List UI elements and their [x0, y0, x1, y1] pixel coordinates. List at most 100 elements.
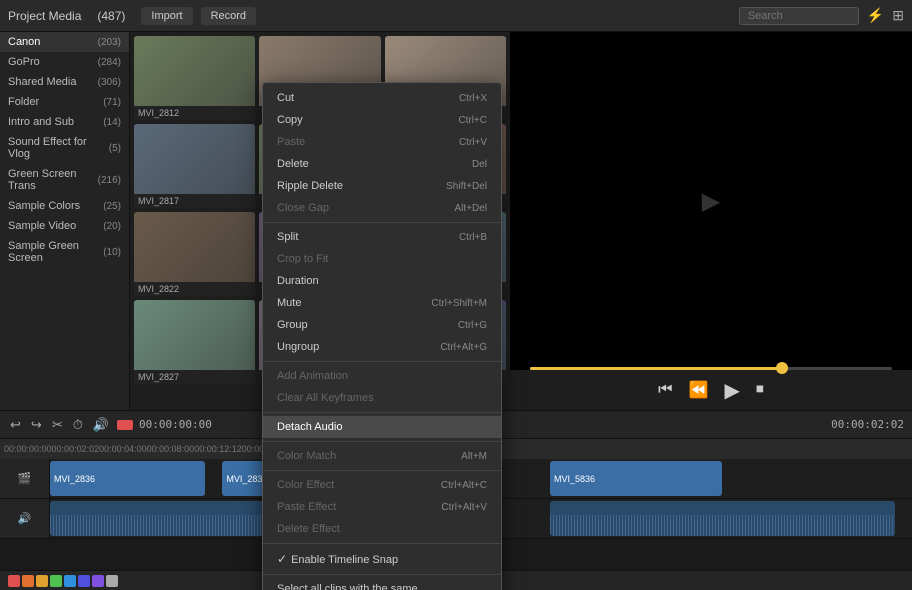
ctx-item-detach_audio[interactable]: Detach Audio	[263, 416, 501, 438]
audio-button[interactable]: 🔊	[91, 415, 111, 435]
ctx-item-ripple_delete[interactable]: Ripple Delete Shift+Del	[263, 175, 501, 197]
sidebar-item-count: (284)	[98, 57, 121, 68]
project-count: (487)	[97, 9, 125, 23]
progress-thumb[interactable]	[776, 362, 788, 374]
ctx-shortcut: Alt+Del	[454, 203, 487, 214]
waveform	[550, 515, 895, 536]
sidebar-item-green[interactable]: Green Screen Trans(216)	[0, 164, 129, 196]
sidebar-item-count: (20)	[103, 221, 121, 232]
media-thumb-MVI_2817[interactable]: MVI_2817	[134, 124, 255, 208]
ctx-item-label: Clear All Keyframes	[277, 392, 374, 404]
sidebar-item-sample_video[interactable]: Sample Video(20)	[0, 216, 129, 236]
sidebar-item-gopro[interactable]: GoPro(284)	[0, 52, 129, 72]
grid-icon[interactable]: ⊞	[892, 7, 904, 24]
color-mark-dot[interactable]	[50, 575, 62, 587]
media-thumb-MVI_2822[interactable]: MVI_2822	[134, 212, 255, 296]
ctx-shortcut: Alt+M	[461, 451, 487, 462]
ctx-item-delete[interactable]: Delete Del	[263, 153, 501, 175]
media-thumb-MVI_2827[interactable]: MVI_2827	[134, 300, 255, 384]
sidebar-item-sample_colors[interactable]: Sample Colors(25)	[0, 196, 129, 216]
ctx-item-label: Detach Audio	[277, 421, 342, 433]
ctx-item-close_gap: Close GapAlt+Del	[263, 197, 501, 219]
sidebar-item-count: (203)	[98, 37, 121, 48]
ctx-item-label: Split	[277, 231, 298, 243]
sidebar-item-shared[interactable]: Shared Media(306)	[0, 72, 129, 92]
ctx-separator	[263, 222, 501, 223]
ctx-separator	[263, 543, 501, 544]
color-mark-dot[interactable]	[22, 575, 34, 587]
color-mark-dot[interactable]	[92, 575, 104, 587]
sidebar-item-canon[interactable]: Canon(203)	[0, 32, 129, 52]
rewind-button[interactable]: ⏮	[654, 377, 676, 403]
ctx-shortcut: Shift+Del	[446, 181, 487, 192]
ctx-item-label: Ripple Delete	[277, 180, 343, 192]
clip-audio_clip2[interactable]	[550, 501, 895, 536]
sidebar-item-label: Intro and Sub	[8, 116, 103, 128]
sidebar-item-count: (216)	[98, 175, 121, 186]
ctx-shortcut: Ctrl+Shift+M	[431, 298, 487, 309]
ctx-shortcut: Ctrl+Alt+V	[441, 502, 487, 513]
record-button[interactable]: Record	[201, 7, 256, 25]
ctx-item-label: Delete	[277, 158, 309, 170]
clip-MVI_5836[interactable]: MVI_5836	[550, 461, 722, 496]
sidebar-item-sample_green[interactable]: Sample Green Screen(10)	[0, 236, 129, 268]
filter-icon[interactable]: ⚡	[867, 7, 884, 24]
ctx-item-label: Copy	[277, 114, 303, 126]
timecode-end: 00:00:02:02	[831, 418, 904, 431]
color-mark-dot[interactable]	[8, 575, 20, 587]
ctx-item-add_animation: Add Animation	[263, 365, 501, 387]
ctx-item-label: Crop to Fit	[277, 253, 328, 265]
sidebar-item-count: (5)	[109, 143, 121, 154]
color-mark-dot[interactable]	[78, 575, 90, 587]
ctx-item-color_effect: Color EffectCtrl+Alt+C	[263, 474, 501, 496]
color-mark-dot[interactable]	[64, 575, 76, 587]
undo-button[interactable]: ↩	[8, 415, 23, 435]
redo-button[interactable]: ↪	[29, 415, 44, 435]
play-button[interactable]: ▶	[720, 374, 743, 407]
clip-label: MVI_2836	[54, 474, 95, 484]
sidebar-item-label: GoPro	[8, 56, 98, 68]
ctx-item-duration[interactable]: Duration	[263, 270, 501, 292]
color-mark-dot[interactable]	[36, 575, 48, 587]
ctx-item-label: Cut	[277, 92, 294, 104]
sidebar-item-label: Sound Effect for Vlog	[8, 136, 109, 160]
ctx-item-split[interactable]: Split Ctrl+B	[263, 226, 501, 248]
search-input[interactable]	[739, 7, 859, 25]
color-mark-dot[interactable]	[106, 575, 118, 587]
sidebar-item-sound[interactable]: Sound Effect for Vlog(5)	[0, 132, 129, 164]
stop-button[interactable]: ⏹	[752, 377, 768, 403]
ctx-item-cut[interactable]: CutCtrl+X	[263, 87, 501, 109]
media-thumb-label: MVI_2827	[134, 370, 255, 384]
clip-MVI_2836_1[interactable]: MVI_2836	[50, 461, 205, 496]
ctx-separator	[263, 361, 501, 362]
sidebar-item-count: (14)	[103, 117, 121, 128]
ctx-item-select_same_color[interactable]: Select all clips with the same color mar…	[263, 578, 501, 590]
import-button[interactable]: Import	[141, 7, 192, 25]
sidebar-item-label: Folder	[8, 96, 103, 108]
ctx-item-copy[interactable]: Copy Ctrl+C	[263, 109, 501, 131]
ctx-item-label: Add Animation	[277, 370, 348, 382]
ctx-item-label: Color Effect	[277, 479, 334, 491]
prev-frame-button[interactable]: ⏪	[685, 376, 713, 404]
ctx-item-ungroup[interactable]: UngroupCtrl+Alt+G	[263, 336, 501, 358]
ctx-item-group[interactable]: GroupCtrl+G	[263, 314, 501, 336]
ctx-shortcut: Ctrl+B	[459, 232, 487, 243]
ctx-shortcut: Del	[472, 159, 487, 170]
ctx-item-crop_to_fit: Crop to Fit	[263, 248, 501, 270]
sidebar-item-folder[interactable]: Folder(71)	[0, 92, 129, 112]
media-thumb-MVI_2812[interactable]: MVI_2812	[134, 36, 255, 120]
cut-tool-button[interactable]: ✂	[50, 415, 65, 435]
ctx-item-mute[interactable]: Mute Ctrl+Shift+M	[263, 292, 501, 314]
preview-progress-bar[interactable]	[530, 367, 892, 370]
ctx-item-enable_snap[interactable]: ✓Enable Timeline Snap	[263, 547, 501, 571]
sidebar-item-label: Shared Media	[8, 76, 98, 88]
sidebar-item-count: (10)	[103, 247, 121, 258]
sidebar-item-intro[interactable]: Intro and Sub(14)	[0, 112, 129, 132]
ctx-separator	[263, 470, 501, 471]
top-bar: Project Media (487) Import Record ⚡ ⊞	[0, 0, 912, 32]
clip-label: MVI_5836	[554, 474, 595, 484]
sidebar-item-count: (306)	[98, 77, 121, 88]
ctx-item-label: Mute	[277, 297, 301, 309]
ctx-shortcut: Ctrl+C	[458, 115, 487, 126]
clock-button[interactable]: ⏱	[71, 415, 85, 435]
